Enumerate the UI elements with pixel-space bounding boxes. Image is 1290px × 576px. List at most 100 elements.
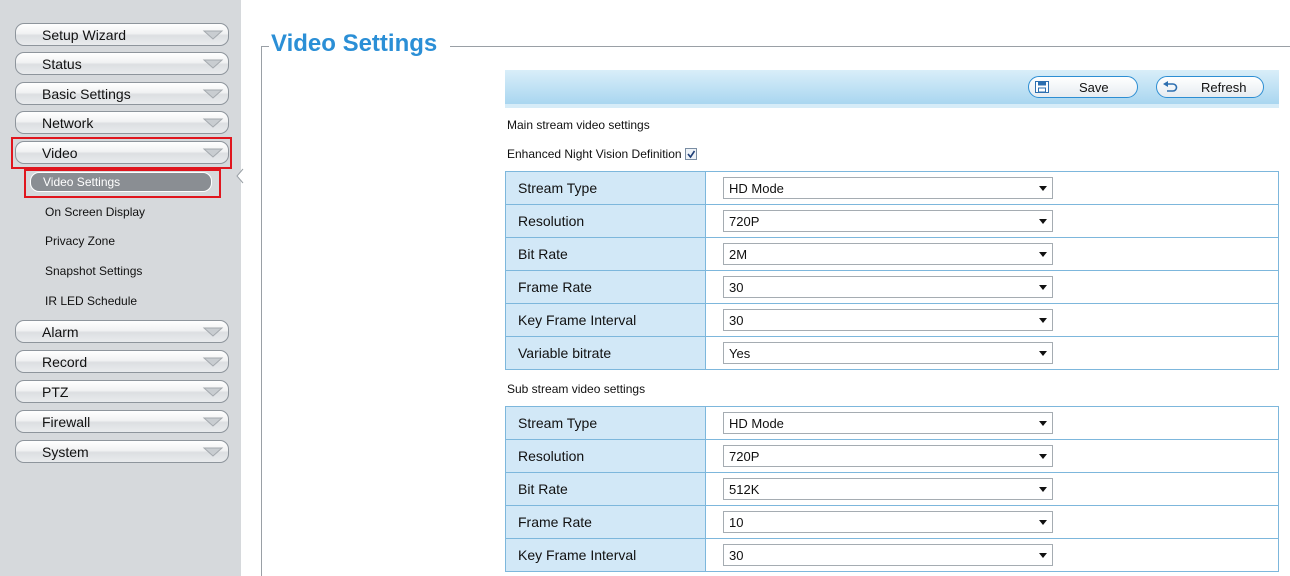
menu-label: Status	[42, 55, 82, 72]
variable-bitrate-select[interactable]: Yes	[723, 342, 1053, 364]
sub-resolution-select[interactable]: 720P	[723, 445, 1053, 467]
chevron-down-icon	[198, 24, 228, 45]
dropdown-arrow-icon	[1034, 350, 1052, 356]
key-frame-interval-select[interactable]: 30	[723, 309, 1053, 331]
menu-system[interactable]: System	[15, 440, 229, 463]
chevron-down-icon	[198, 411, 228, 432]
setting-value-cell: Yes	[705, 336, 1279, 370]
menu-label: Network	[42, 114, 94, 131]
sub-stream-type-select[interactable]: HD Mode	[723, 412, 1053, 434]
table-row: Bit Rate 2M	[505, 237, 1279, 271]
menu-label: PTZ	[42, 383, 69, 400]
table-row: Frame Rate 10	[505, 505, 1279, 539]
dropdown-arrow-icon	[1034, 317, 1052, 323]
bit-rate-select[interactable]: 2M	[723, 243, 1053, 265]
refresh-button[interactable]: Refresh	[1156, 76, 1264, 98]
chevron-down-icon	[198, 351, 228, 372]
resolution-select[interactable]: 720P	[723, 210, 1053, 232]
setting-label: Stream Type	[505, 406, 706, 440]
menu-status[interactable]: Status	[15, 52, 229, 75]
setting-value-cell: 10	[705, 505, 1279, 539]
chevron-down-icon	[198, 53, 228, 74]
select-value: HD Mode	[729, 180, 784, 196]
submenu-ir-led-schedule[interactable]: IR LED Schedule	[45, 294, 137, 308]
save-button[interactable]: Save	[1028, 76, 1138, 98]
sub-stream-heading: Sub stream video settings	[507, 382, 646, 396]
setting-value-cell: 30	[705, 538, 1279, 572]
select-value: 2M	[729, 246, 748, 262]
save-label: Save	[1079, 79, 1109, 95]
select-value: Yes	[729, 345, 751, 361]
dropdown-arrow-icon	[1034, 284, 1052, 290]
table-row: Stream Type HD Mode	[505, 406, 1279, 440]
menu-alarm[interactable]: Alarm	[15, 320, 229, 343]
dropdown-arrow-icon	[1034, 519, 1052, 525]
select-value: 10	[729, 514, 744, 530]
setting-value-cell: 720P	[705, 204, 1279, 238]
setting-value-cell: 30	[705, 270, 1279, 304]
menu-label: Alarm	[42, 323, 79, 340]
toolbar-divider	[505, 104, 1279, 108]
toolbar: Save Refresh	[505, 70, 1279, 104]
submenu-on-screen-display[interactable]: On Screen Display	[45, 205, 145, 219]
chevron-down-icon	[198, 321, 228, 342]
setting-value-cell: 30	[705, 303, 1279, 337]
dropdown-arrow-icon	[1034, 552, 1052, 558]
setting-value-cell: HD Mode	[705, 406, 1279, 440]
refresh-icon	[1157, 80, 1183, 94]
table-row: Resolution 720P	[505, 439, 1279, 473]
table-row: Key Frame Interval 30	[505, 538, 1279, 572]
menu-record[interactable]: Record	[15, 350, 229, 373]
main-stream-heading: Main stream video settings	[507, 118, 650, 132]
setting-label: Frame Rate	[505, 505, 706, 539]
setting-label: Stream Type	[505, 171, 706, 205]
active-pointer-icon	[236, 168, 244, 184]
sub-frame-rate-select[interactable]: 10	[723, 511, 1053, 533]
setting-label: Key Frame Interval	[505, 303, 706, 337]
menu-network[interactable]: Network	[15, 111, 229, 134]
dropdown-arrow-icon	[1034, 420, 1052, 426]
night-vision-label: Enhanced Night Vision Definition	[507, 147, 682, 161]
setting-value-cell: 512K	[705, 472, 1279, 506]
main-stream-table: Stream Type HD Mode Resolution 720P Bit …	[505, 171, 1279, 370]
title-divider	[450, 46, 1290, 47]
chevron-down-icon	[198, 441, 228, 462]
floppy-disk-icon	[1029, 80, 1055, 94]
table-row: Bit Rate 512K	[505, 472, 1279, 506]
submenu-video-settings[interactable]: Video Settings	[30, 172, 212, 192]
menu-label: Video	[42, 144, 78, 161]
chevron-down-icon	[198, 83, 228, 104]
select-value: HD Mode	[729, 415, 784, 431]
dropdown-arrow-icon	[1034, 251, 1052, 257]
dropdown-arrow-icon	[1034, 218, 1052, 224]
checkmark-icon	[686, 150, 695, 159]
menu-label: Setup Wizard	[42, 26, 127, 43]
sub-bit-rate-select[interactable]: 512K	[723, 478, 1053, 500]
table-row: Key Frame Interval 30	[505, 303, 1279, 337]
night-vision-checkbox[interactable]	[684, 148, 697, 160]
refresh-label: Refresh	[1201, 79, 1247, 95]
menu-firewall[interactable]: Firewall	[15, 410, 229, 433]
setting-label: Bit Rate	[505, 237, 706, 271]
menu-label: Basic Settings	[42, 85, 131, 102]
setting-label: Resolution	[505, 204, 706, 238]
setting-value-cell: 2M	[705, 237, 1279, 271]
table-row: Frame Rate 30	[505, 270, 1279, 304]
select-value: 30	[729, 279, 744, 295]
frame-rate-select[interactable]: 30	[723, 276, 1053, 298]
content-frame-line	[261, 46, 262, 576]
submenu-privacy-zone[interactable]: Privacy Zone	[45, 234, 115, 248]
menu-setup-wizard[interactable]: Setup Wizard	[15, 23, 229, 46]
dropdown-arrow-icon	[1034, 185, 1052, 191]
stream-type-select[interactable]: HD Mode	[723, 177, 1053, 199]
table-row: Resolution 720P	[505, 204, 1279, 238]
menu-basic-settings[interactable]: Basic Settings	[15, 82, 229, 105]
menu-video[interactable]: Video	[15, 141, 229, 164]
table-row: Stream Type HD Mode	[505, 171, 1279, 205]
setting-label: Resolution	[505, 439, 706, 473]
menu-ptz[interactable]: PTZ	[15, 380, 229, 403]
select-value: 512K	[729, 481, 760, 497]
sub-key-frame-interval-select[interactable]: 30	[723, 544, 1053, 566]
setting-value-cell: HD Mode	[705, 171, 1279, 205]
submenu-snapshot-settings[interactable]: Snapshot Settings	[45, 264, 142, 278]
